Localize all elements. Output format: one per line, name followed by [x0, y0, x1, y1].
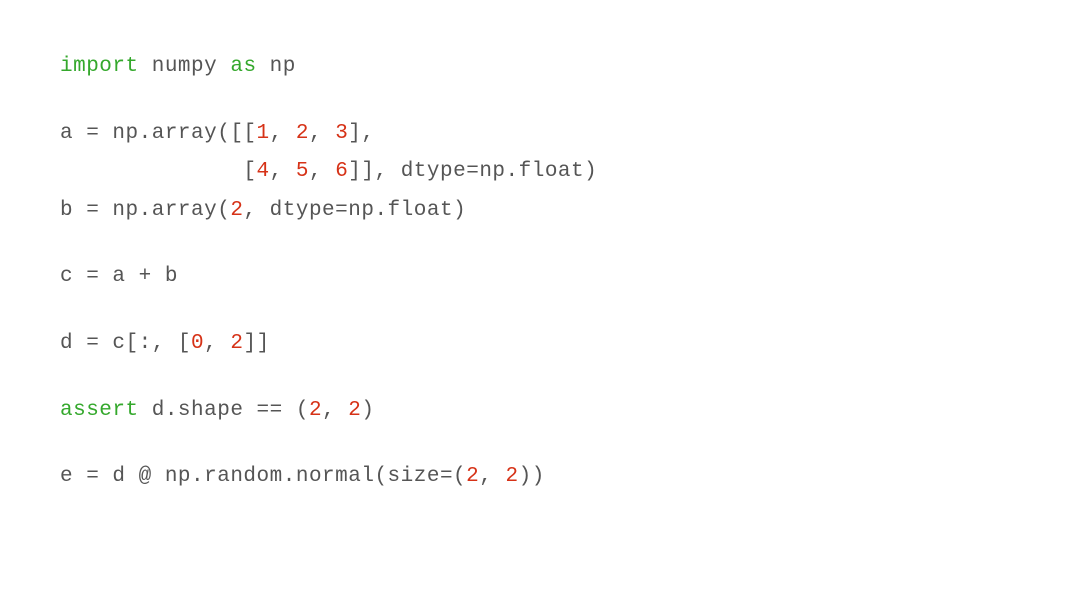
code-text: c = a + b [60, 265, 178, 288]
number-literal: 1 [257, 122, 270, 145]
code-text: d = c[:, [ [60, 332, 191, 355]
code-line-5: b = np.array(2, dtype=np.float) [60, 194, 1020, 228]
number-literal: 2 [230, 332, 243, 355]
code-text: e = d @ np.random.normal(size=( [60, 465, 466, 488]
number-literal: 2 [296, 122, 309, 145]
number-literal: 6 [335, 160, 348, 183]
code-text: d.shape == ( [139, 399, 309, 422]
token-numpy: numpy [139, 55, 231, 78]
code-text: ]] [243, 332, 269, 355]
code-text: , [309, 160, 335, 183]
blank-line [60, 89, 1020, 117]
number-literal: 3 [335, 122, 348, 145]
number-literal: 2 [466, 465, 479, 488]
blank-line [60, 366, 1020, 394]
number-literal: 5 [296, 160, 309, 183]
code-text: , [322, 399, 348, 422]
code-text: , [479, 465, 505, 488]
code-text: ) [361, 399, 374, 422]
number-literal: 2 [309, 399, 322, 422]
code-line-11: assert d.shape == (2, 2) [60, 394, 1020, 428]
code-text: ], [348, 122, 374, 145]
code-text: , [270, 160, 296, 183]
code-text: )) [519, 465, 545, 488]
keyword-as: as [230, 55, 256, 78]
code-line-7: c = a + b [60, 260, 1020, 294]
code-line-4: [4, 5, 6]], dtype=np.float) [60, 155, 1020, 189]
keyword-assert: assert [60, 399, 139, 422]
code-line-3: a = np.array([[1, 2, 3], [60, 117, 1020, 151]
code-text: , [309, 122, 335, 145]
number-literal: 4 [257, 160, 270, 183]
number-literal: 2 [506, 465, 519, 488]
keyword-import: import [60, 55, 139, 78]
token-np: np [257, 55, 296, 78]
code-text: , [204, 332, 230, 355]
number-literal: 2 [348, 399, 361, 422]
code-text: a = np.array([[ [60, 122, 257, 145]
number-literal: 0 [191, 332, 204, 355]
code-block: import numpy as np a = np.array([[1, 2, … [60, 50, 1020, 494]
code-text: [ [60, 160, 257, 183]
code-text: b = np.array( [60, 199, 230, 222]
blank-line [60, 232, 1020, 260]
code-text: , dtype=np.float) [243, 199, 466, 222]
blank-line [60, 299, 1020, 327]
code-line-9: d = c[:, [0, 2]] [60, 327, 1020, 361]
code-line-13: e = d @ np.random.normal(size=(2, 2)) [60, 460, 1020, 494]
blank-line [60, 432, 1020, 460]
code-line-1: import numpy as np [60, 50, 1020, 84]
code-text: ]], dtype=np.float) [348, 160, 597, 183]
number-literal: 2 [230, 199, 243, 222]
code-text: , [270, 122, 296, 145]
